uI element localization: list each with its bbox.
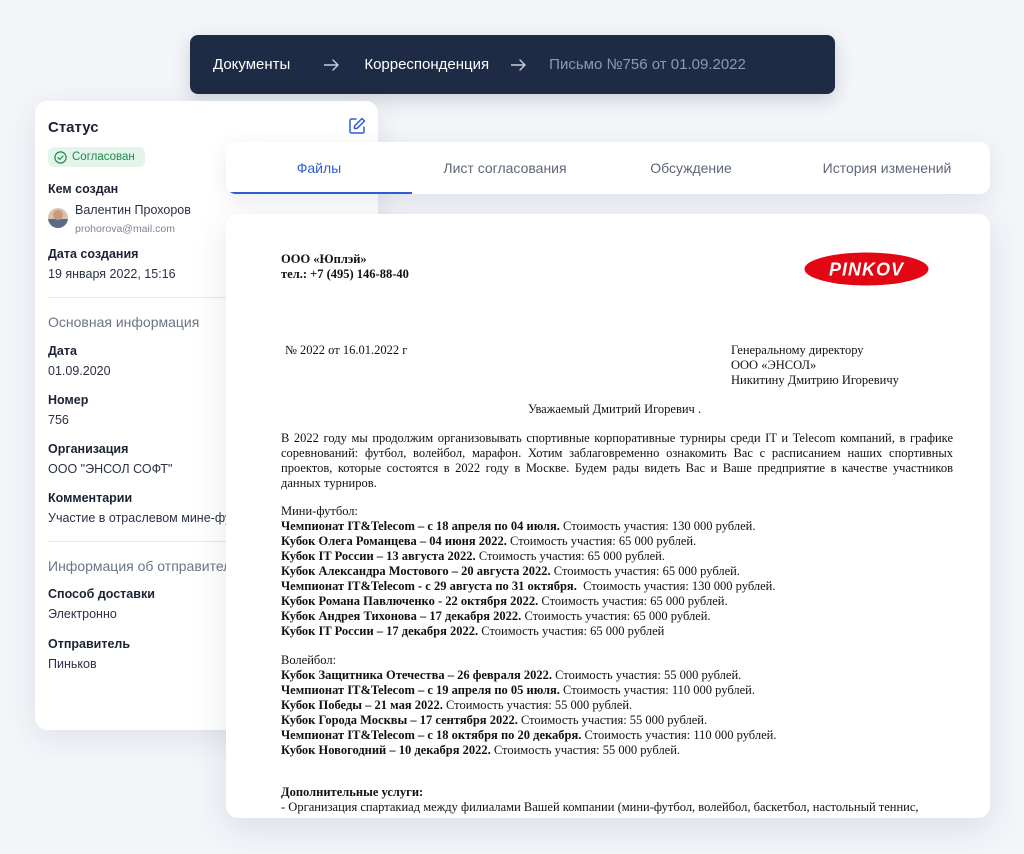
tournament-name: Чемпионат IT&Telecom – с 18 октября по 2… <box>281 728 582 742</box>
created-date-value: 19 января 2022, 15:16 <box>48 267 176 281</box>
tab-change-history[interactable]: История изменений <box>784 142 990 194</box>
tournament-price: Стоимость участия: 65 000 рублей. <box>550 564 740 578</box>
tournament-line: Кубок Олега Романцева – 04 июня 2022. Ст… <box>281 534 696 549</box>
tournament-line: Чемпионат IT&Telecom – с 19 апреля по 05… <box>281 683 755 698</box>
status-title: Статус <box>48 119 99 136</box>
tournament-price: Стоимость участия: 110 000 рублей. <box>581 728 777 742</box>
doc-phone: тел.: +7 (495) 146-88-40 <box>281 267 409 281</box>
tournament-name: Кубок Олега Романцева – 04 июня 2022. <box>281 534 507 548</box>
tournament-line: Кубок Александра Мостового – 20 августа … <box>281 564 740 579</box>
status-badge: Согласован <box>48 147 145 167</box>
addressee-line: Генеральному директору <box>731 343 864 357</box>
tournament-price: Стоимость участия: 65 000 рублей. <box>538 594 728 608</box>
arrow-right-icon <box>511 58 526 71</box>
breadcrumb-documents[interactable]: Документы <box>213 56 290 73</box>
tournament-line: Кубок Романа Павлюченко - 22 октября 202… <box>281 594 728 609</box>
tournament-price: Стоимость участия: 55 000 рублей. <box>551 668 742 682</box>
volleyball-title: Волейбол: <box>281 653 337 667</box>
delivery-method-label: Способ доставки <box>48 587 155 601</box>
tournament-price: Стоимость участия: 55 000 рублей. <box>490 743 681 757</box>
doc-paragraph: В 2022 году мы продолжим организовывать … <box>281 431 953 490</box>
sender-label: Отправитель <box>48 637 131 651</box>
extra-services-title: Дополнительные услуги: <box>281 785 424 799</box>
organization-label: Организация <box>48 442 129 456</box>
sender-info-title: Информация об отправителе <box>48 558 240 574</box>
tournament-price: Стоимость участия: 110 000 рублей. <box>559 683 755 697</box>
tournament-name: Кубок Александра Мостового – 20 августа … <box>281 564 551 578</box>
logo-text: PINKOV <box>829 260 905 280</box>
check-circle-icon <box>54 150 67 164</box>
extra-services-line: - Организация спартакиад между филиалами… <box>281 800 919 814</box>
tournament-name: Кубок Романа Павлюченко - 22 октября 202… <box>281 594 539 608</box>
breadcrumb-current-letter: Письмо №756 от 01.09.2022 <box>549 56 746 73</box>
tournament-line: Кубок IT России – 17 декабря 2022. Стоим… <box>281 624 664 639</box>
addressee-line: ООО «ЭНСОЛ» <box>731 358 817 372</box>
organization-value: ООО "ЭНСОЛ СОФТ" <box>48 462 173 476</box>
created-date-label: Дата создания <box>48 247 139 261</box>
tournament-name: Чемпионат IT&Telecom – с 18 апреля по 04… <box>281 519 560 533</box>
avatar <box>48 208 68 228</box>
tournament-line: Кубок Защитника Отечества – 26 февраля 2… <box>281 668 741 683</box>
tournament-name: Кубок Победы – 21 мая 2022. <box>281 698 443 712</box>
pinkov-logo: PINKOV <box>804 252 929 286</box>
tournament-name: Кубок Города Москвы – 17 сентября 2022. <box>281 713 518 727</box>
tournament-line: Чемпионат IT&Telecom – с 18 апреля по 04… <box>281 519 755 534</box>
tournament-line: Кубок Города Москвы – 17 сентября 2022. … <box>281 713 707 728</box>
status-badge-label: Согласован <box>72 151 135 163</box>
date-label: Дата <box>48 344 77 358</box>
tournament-line: Чемпионат IT&Telecom - с 29 августа по 3… <box>281 579 776 594</box>
breadcrumb: Документы Корреспонденция Письмо №756 от… <box>190 35 835 94</box>
sender-value: Пиньков <box>48 657 97 671</box>
doc-company: ООО «Юплэй» <box>281 252 367 266</box>
tournament-price: Стоимость участия: 65 000 рублей. <box>521 609 711 623</box>
main-info-title: Основная информация <box>48 314 200 330</box>
tournament-price: Стоимость участия: 130 000 рублей. <box>576 579 776 593</box>
edit-icon[interactable] <box>347 116 367 136</box>
tournament-line: Чемпионат IT&Telecom – с 18 октября по 2… <box>281 728 776 743</box>
tournament-name: Кубок IT России – 13 августа 2022. <box>281 549 476 563</box>
date-value: 01.09.2020 <box>48 364 111 378</box>
user-name[interactable]: Валентин Прохоров <box>75 203 191 217</box>
tournament-name: Кубок Новогодний – 10 декабря 2022. <box>281 743 491 757</box>
number-value: 756 <box>48 413 69 427</box>
tournament-price: Стоимость участия: 65 000 рублей. <box>506 534 697 548</box>
user-email: prohorova@mail.com <box>75 223 175 235</box>
delivery-method-value: Электронно <box>48 607 117 621</box>
created-by-label: Кем создан <box>48 182 119 196</box>
tournament-name: Чемпионат IT&Telecom – с 19 апреля по 05… <box>281 683 560 697</box>
comments-label: Комментарии <box>48 491 133 505</box>
tournament-name: Кубок Андрея Тихонова – 17 декабря 2022. <box>281 609 522 623</box>
tournament-line: Кубок IT России – 13 августа 2022. Стоим… <box>281 549 665 564</box>
tab-discussion[interactable]: Обсуждение <box>598 142 784 194</box>
tournament-price: Стоимость участия: 55 000 рублей. <box>517 713 708 727</box>
breadcrumb-correspondence[interactable]: Корреспонденция <box>364 56 489 73</box>
document-preview: ООО «Юплэй» тел.: +7 (495) 146-88-40 PIN… <box>226 214 990 818</box>
doc-greeting: Уважаемый Дмитрий Игоревич . <box>528 402 702 416</box>
number-label: Номер <box>48 393 89 407</box>
tournament-line: Кубок Андрея Тихонова – 17 декабря 2022.… <box>281 609 711 624</box>
tournament-name: Кубок Защитника Отечества – 26 февраля 2… <box>281 668 552 682</box>
tournament-line: Кубок Победы – 21 мая 2022. Стоимость уч… <box>281 698 632 713</box>
tab-approval-sheet[interactable]: Лист согласования <box>412 142 598 194</box>
mini-football-title: Мини-футбол: <box>281 504 359 518</box>
addressee-line: Никитину Дмитрию Игоревичу <box>731 373 899 387</box>
tournament-name: Кубок IT России – 17 декабря 2022. <box>281 624 479 638</box>
tab-bar: Файлы Лист согласования Обсуждение Истор… <box>226 142 990 194</box>
tournament-name: Чемпионат IT&Telecom - с 29 августа по 3… <box>281 579 577 593</box>
tournament-price: Стоимость участия: 130 000 рублей. <box>559 519 756 533</box>
tournament-price: Стоимость участия: 65 000 рублей. <box>475 549 665 563</box>
tab-files[interactable]: Файлы <box>226 142 412 194</box>
tournament-price: Стоимость участия: 65 000 рублей <box>478 624 665 638</box>
arrow-right-icon <box>324 58 340 71</box>
tournament-line: Кубок Новогодний – 10 декабря 2022. Стои… <box>281 743 680 758</box>
doc-reference: № 2022 от 16.01.2022 г <box>285 343 408 357</box>
tournament-price: Стоимость участия: 55 000 рублей. <box>442 698 633 712</box>
